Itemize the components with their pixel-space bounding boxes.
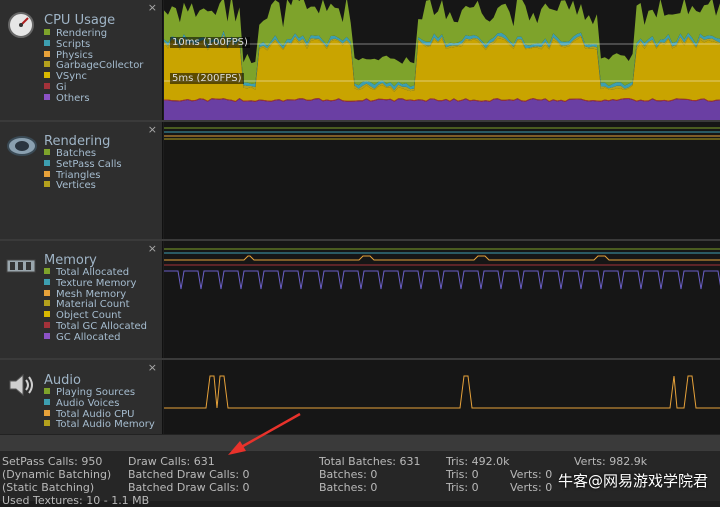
cpu-usage-title: CPU Usage [44,13,116,28]
stat-setpass-calls: SetPass Calls: 950 [2,455,103,468]
legend-item-vertices[interactable]: Vertices [44,180,122,192]
close-icon[interactable]: × [148,123,157,136]
stat-static-batching: (Static Batching) [2,481,95,494]
stat-batches-static: Batches: 0 [319,481,378,494]
rendering-eye-icon [7,136,37,156]
legend-swatch [44,50,50,57]
legend-item-gc-allocated[interactable]: GC Allocated [44,331,147,344]
legend-swatch [44,61,50,68]
close-icon[interactable]: × [148,242,157,255]
legend-swatch [44,29,50,35]
memory-legend: Total Allocated Texture Memory Mesh Memory… [44,267,148,344]
annotation-arrow-icon [228,412,301,455]
legend-swatch [44,278,50,285]
rendering-legend: Batches SetPass Calls Triangles Vertices [44,148,122,192]
stat-verts-dynamic: Verts: 0 [510,468,553,481]
cpu-usage-chart [164,0,720,120]
cpu-gauge-icon [8,12,34,38]
legend-swatch [44,420,50,427]
stat-batches-dynamic: Batches: 0 [319,468,378,481]
legend-label: Batches [56,148,97,159]
legend-swatch [44,181,50,188]
legend-label: Total Audio Memory [56,419,155,431]
legend-swatch [44,82,50,89]
legend-label: Audio Voices [56,397,120,409]
legend-label: Scripts [56,38,91,50]
cpu-usage-graph[interactable]: 10ms (100FPS) 5ms (200FPS) [164,0,720,120]
rendering-module[interactable]: Rendering × Batches SetPass Calls Triangle… [0,122,163,239]
legend-label: Total Allocated [56,267,130,278]
stat-batched-draw-calls-static: Batched Draw Calls: 0 [128,481,250,494]
legend-swatch [44,93,50,100]
legend-swatch [44,332,50,339]
legend-label: Rendering [56,28,108,39]
legend-label: GC Allocated [56,331,121,343]
rendering-chart [164,127,720,140]
stat-batched-draw-calls-dynamic: Batched Draw Calls: 0 [128,468,250,481]
speaker-icon [9,373,33,397]
memory-graph[interactable] [164,241,720,358]
legend-swatch [44,388,50,394]
memory-chip-icon [6,259,36,273]
legend-swatch [44,159,50,166]
rendering-graph[interactable] [164,122,720,239]
marker-10ms: 10ms (100FPS) [170,37,250,48]
close-icon[interactable]: × [148,361,157,374]
legend-label: SetPass Calls [56,158,122,170]
cpu-usage-module[interactable]: CPU Usage × Rendering Scripts Physics Garba… [0,0,163,120]
stat-tris-static: Tris: 0 [446,481,479,494]
audio-legend: Playing Sources Audio Voices Total Audio C… [44,387,155,431]
cpu-legend: Rendering Scripts Physics GarbageCollector V… [44,28,144,105]
audio-module[interactable]: Audio × Playing Sources Audio Voices Total… [0,360,163,434]
marker-5ms: 5ms (200FPS) [170,73,244,84]
legend-label: VSync [56,71,87,83]
legend-swatch [44,268,50,274]
legend-swatch [44,409,50,416]
legend-swatch [44,398,50,405]
stat-tris-dynamic: Tris: 0 [446,468,479,481]
audio-line-total-audio-cpu [164,375,720,409]
legend-label: Playing Sources [56,387,136,398]
legend-swatch [44,321,50,328]
legend-swatch [44,289,50,296]
legend-label: Mesh Memory [56,288,127,300]
legend-label: Triangles [56,169,101,181]
stat-used-textures: Used Textures: 10 - 1.1 MB [2,494,150,507]
legend-label: Total GC Allocated [56,320,148,332]
legend-label: Texture Memory [56,277,137,289]
stat-dynamic-batching: (Dynamic Batching) [2,468,112,481]
memory-title: Memory [44,253,97,268]
watermark: 牛客@网易游戏学院君 [557,472,708,490]
legend-label: Others [56,92,90,104]
memory-line-gc-allocated [164,270,720,290]
legend-label: GarbageCollector [56,60,144,72]
stat-tris: Tris: 492.0k [446,455,510,468]
memory-chart [164,248,720,290]
legend-swatch [44,149,50,155]
close-icon[interactable]: × [148,1,157,14]
legend-label: Physics [56,49,93,61]
timeline-scrollbar[interactable] [0,434,720,451]
legend-label: Gi [56,81,67,93]
legend-label: Total Audio CPU [56,408,135,420]
legend-label: Material Count [56,299,130,311]
stat-verts: Verts: 982.9k [574,455,648,468]
legend-swatch [44,39,50,46]
memory-line-mesh-memory [164,255,720,261]
memory-module[interactable]: Memory × Total Allocated Texture Memory Me… [0,241,163,358]
legend-swatch [44,72,50,79]
legend-label: Vertices [56,180,96,192]
stat-verts-static: Verts: 0 [510,481,553,494]
legend-swatch [44,170,50,177]
cpu-area-others [164,99,720,120]
legend-item-total-audio-memory[interactable]: Total Audio Memory [44,419,155,431]
rendering-title: Rendering [44,134,111,149]
legend-label: Object Count [56,310,122,322]
stat-total-batches: Total Batches: 631 [319,455,421,468]
legend-swatch [44,300,50,307]
legend-item-others[interactable]: Others [44,92,143,105]
legend-swatch [44,311,50,318]
stat-draw-calls: Draw Calls: 631 [128,455,215,468]
audio-title: Audio [44,373,81,388]
